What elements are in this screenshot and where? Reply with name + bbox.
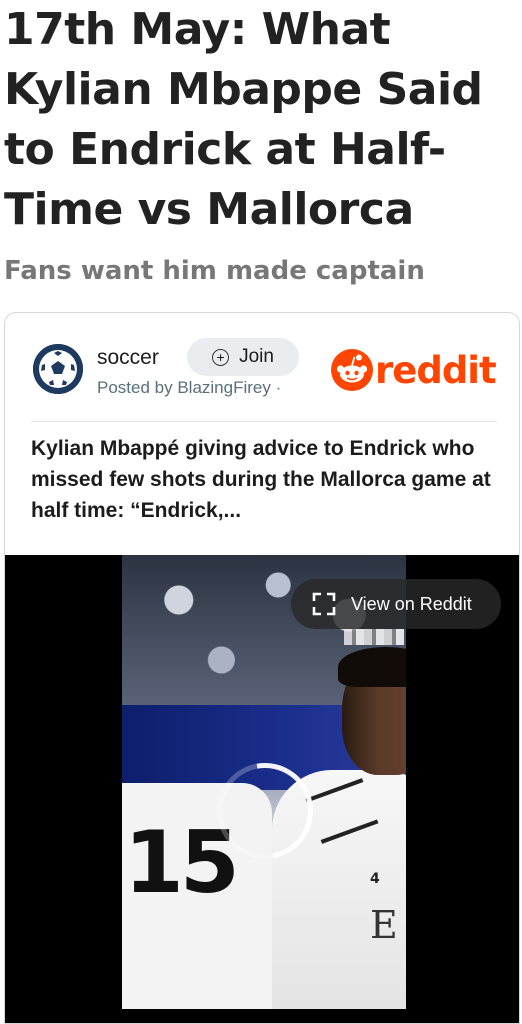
view-on-reddit-button[interactable]: View on Reddit [291,579,501,629]
header-divider [31,421,497,422]
soccer-ball-icon[interactable] [33,344,83,394]
reddit-snoo-icon [331,349,373,391]
embed-header: soccer + Join Posted by BlazingFirey · r… [5,313,519,423]
shirt-badge: 4 [370,871,380,887]
community-name[interactable]: soccer [97,346,159,370]
fullscreen-icon [312,592,336,616]
reddit-wordmark: reddit [375,348,497,392]
pixelated-overlay [344,629,404,645]
video-player[interactable]: 15 4 E View on Reddit [5,555,519,1023]
plus-circle-icon: + [212,348,230,366]
post-title[interactable]: Kylian Mbappé giving advice to Endrick w… [31,433,501,526]
reddit-embed-card: soccer + Join Posted by BlazingFirey · r… [4,312,520,1024]
join-button[interactable]: + Join [187,338,299,376]
shirt-sponsor: E [370,903,398,947]
reddit-logo[interactable]: reddit [331,348,501,392]
article-subheadline: Fans want him made captain [4,256,425,286]
join-label: Join [239,346,274,367]
article-headline: 17th May: What Kylian Mbappe Said to End… [4,4,483,235]
posted-by[interactable]: Posted by BlazingFirey · [97,378,281,398]
view-on-reddit-label: View on Reddit [351,593,472,614]
